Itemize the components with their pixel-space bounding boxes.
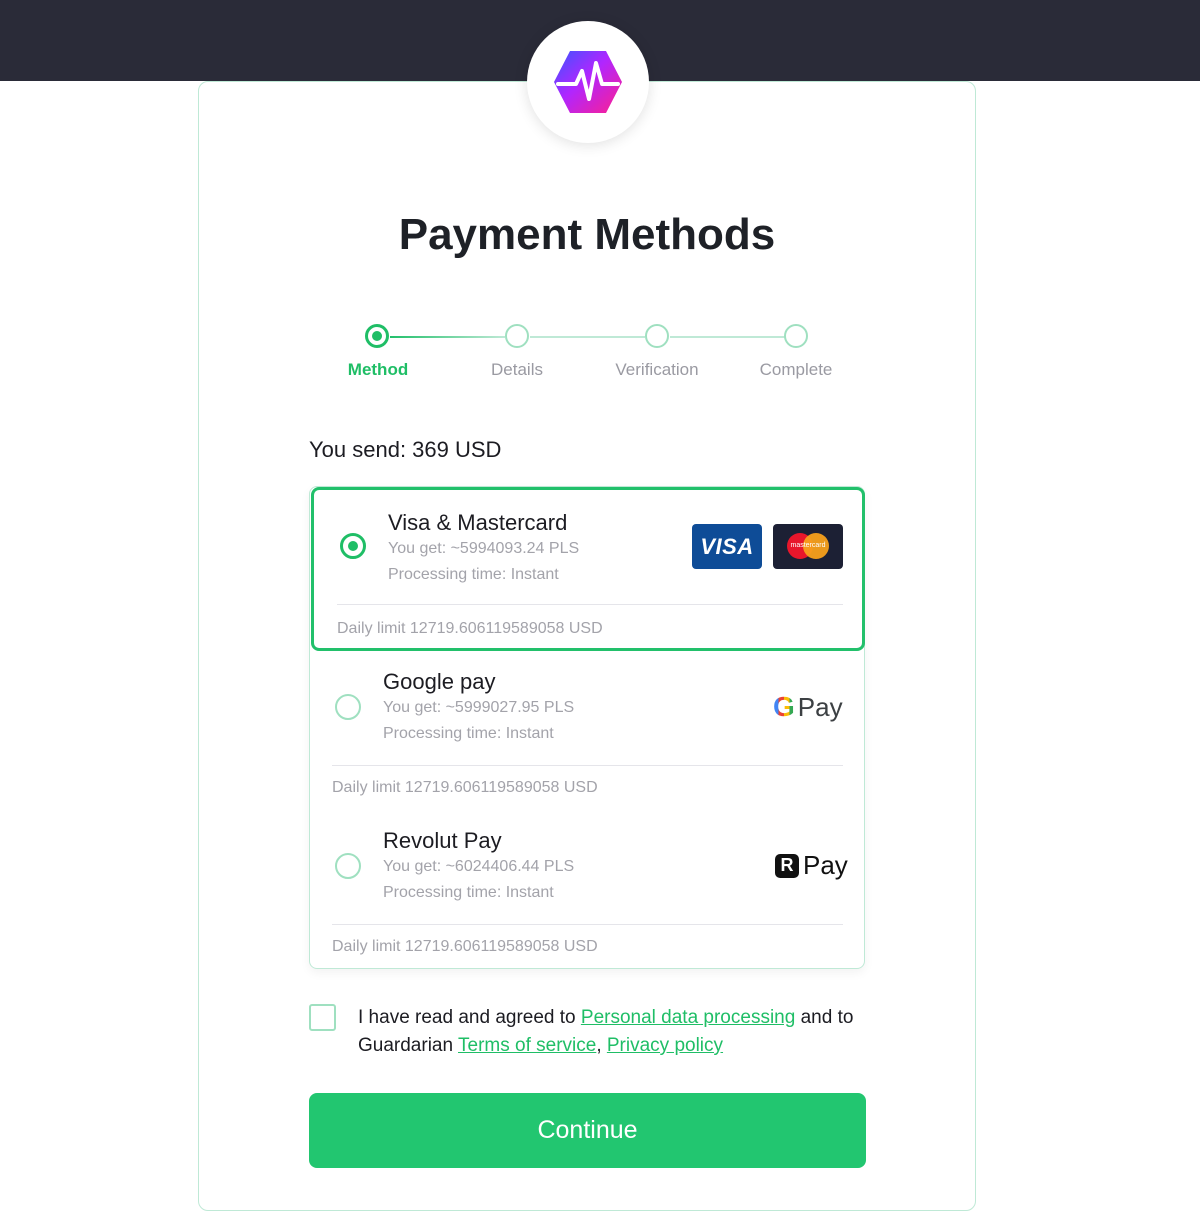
agreement-text-part: I have read and agreed to xyxy=(358,1007,581,1028)
revolut-pay-logo-icon: R Pay xyxy=(775,850,848,881)
agreement-text-part: , xyxy=(596,1035,607,1056)
step-complete-dot xyxy=(784,324,808,348)
mastercard-logo-icon: mastercard xyxy=(773,524,843,569)
method-daily-limit: Daily limit 12719.606119589058 USD xyxy=(332,779,598,796)
revolut-r-icon: R xyxy=(775,853,799,878)
method-google-pay[interactable]: Google pay You get: ~5999027.95 PLS Proc… xyxy=(310,651,866,810)
continue-button[interactable]: Continue xyxy=(309,1093,866,1168)
method-divider xyxy=(337,604,843,605)
google-pay-text: Pay xyxy=(797,691,843,722)
pulse-hexagon-logo-icon xyxy=(554,51,622,113)
method-processing: Processing time: Instant xyxy=(383,884,554,901)
step-connector xyxy=(390,336,505,338)
method-divider xyxy=(332,924,843,925)
method-you-get: You get: ~6024406.44 PLS xyxy=(383,858,575,875)
google-g-icon: G xyxy=(773,691,795,722)
method-processing: Processing time: Instant xyxy=(388,566,559,583)
method-radio-visa[interactable] xyxy=(340,533,366,559)
step-method-dot xyxy=(365,324,389,348)
method-processing: Processing time: Instant xyxy=(383,725,554,742)
method-name: Google pay xyxy=(383,669,496,694)
google-pay-logo-icon: G Pay xyxy=(773,691,843,723)
method-daily-limit: Daily limit 12719.606119589058 USD xyxy=(332,938,598,955)
page-title: Payment Methods xyxy=(398,210,776,259)
step-connector xyxy=(670,336,785,338)
mastercard-logo-text: mastercard xyxy=(790,542,826,549)
payment-methods-list: Visa & Mastercard You get: ~5994093.24 P… xyxy=(309,486,865,969)
method-you-get: You get: ~5999027.95 PLS xyxy=(383,699,575,716)
method-radio-revolut-pay[interactable] xyxy=(335,853,361,879)
send-amount: You send: 369 USD xyxy=(309,437,502,462)
logo xyxy=(527,21,649,143)
agreement-checkbox[interactable] xyxy=(309,1004,336,1031)
step-details-label: Details xyxy=(491,360,543,379)
revolut-pay-text: Pay xyxy=(803,850,848,880)
privacy-policy-link[interactable]: Privacy policy xyxy=(607,1035,723,1056)
agreement-text: I have read and agreed to Personal data … xyxy=(358,1004,878,1060)
terms-of-service-link[interactable]: Terms of service xyxy=(458,1035,596,1056)
step-connector xyxy=(530,336,645,338)
method-revolut-pay[interactable]: Revolut Pay You get: ~6024406.44 PLS Pro… xyxy=(310,810,866,969)
step-details-dot xyxy=(505,324,529,348)
step-complete-label: Complete xyxy=(759,360,833,379)
step-verification-label: Verification xyxy=(615,360,699,379)
step-verification-dot xyxy=(645,324,669,348)
personal-data-link[interactable]: Personal data processing xyxy=(581,1007,795,1028)
step-method-label: Method xyxy=(347,360,409,379)
visa-logo-icon: VISA xyxy=(692,524,762,569)
method-divider xyxy=(332,765,843,766)
method-name: Revolut Pay xyxy=(383,828,502,853)
method-daily-limit: Daily limit 12719.606119589058 USD xyxy=(337,620,603,637)
progress-stepper: Method Details Verification Complete xyxy=(300,322,880,402)
method-visa-mastercard[interactable]: Visa & Mastercard You get: ~5994093.24 P… xyxy=(311,487,865,651)
method-you-get: You get: ~5994093.24 PLS xyxy=(388,540,580,557)
method-radio-google-pay[interactable] xyxy=(335,694,361,720)
method-name: Visa & Mastercard xyxy=(388,510,568,535)
